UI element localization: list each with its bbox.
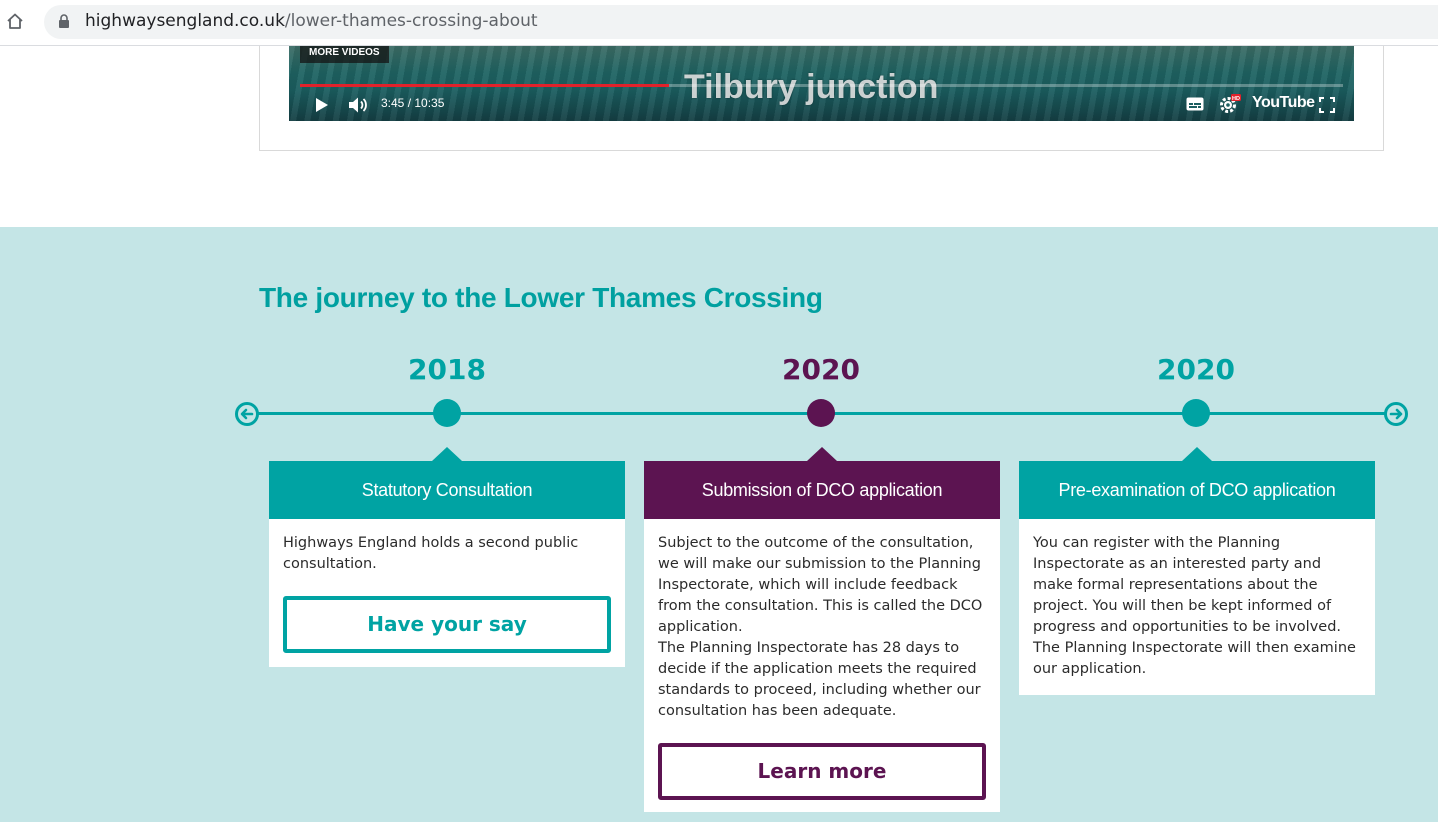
play-icon[interactable] <box>315 97 329 113</box>
timeline-dot-1[interactable] <box>433 399 461 427</box>
timeline-year-1: 2018 <box>408 353 486 386</box>
video-caption: Tilbury junction <box>684 68 939 106</box>
timeline-section: The journey to the Lower Thames Crossing… <box>0 227 1438 822</box>
video-progress-fill <box>300 84 670 87</box>
hd-badge: HD <box>1232 96 1240 102</box>
lock-icon[interactable] <box>58 14 70 29</box>
settings-icon[interactable]: HD <box>1219 94 1241 114</box>
home-icon[interactable] <box>6 12 24 30</box>
url-domain: highwaysengland.co.uk <box>85 11 285 31</box>
browser-address-bar: highwaysengland.co.uk/lower-thames-cross… <box>0 0 1438 46</box>
url-path: /lower-thames-crossing-about <box>284 11 538 31</box>
card-heading-3: Pre-examination of DCO application <box>1019 447 1375 519</box>
subtitles-icon[interactable] <box>1186 97 1204 111</box>
card-body-1: Highways England holds a second public c… <box>269 519 625 667</box>
volume-icon[interactable] <box>348 96 368 114</box>
timeline-year-3: 2020 <box>1157 353 1235 386</box>
card-text-3: You can register with the Planning Inspe… <box>1033 535 1356 677</box>
timeline-card-3: Pre-examination of DCO application You c… <box>1019 447 1375 695</box>
have-your-say-button[interactable]: Have your say <box>283 596 611 653</box>
section-title: The journey to the Lower Thames Crossing <box>259 282 823 313</box>
learn-more-button[interactable]: Learn more <box>658 743 986 800</box>
card-body-2: Subject to the outcome of the consultati… <box>644 519 1000 814</box>
timeline-dot-3[interactable] <box>1182 399 1210 427</box>
timeline-prev-arrow-icon[interactable] <box>234 401 260 427</box>
card-heading-2: Submission of DCO application <box>644 447 1000 519</box>
card-text-2a: Subject to the outcome of the consultati… <box>658 535 983 635</box>
card-body-3: You can register with the Planning Inspe… <box>1019 519 1375 695</box>
timeline-next-arrow-icon[interactable] <box>1383 401 1409 427</box>
youtube-logo[interactable]: YouTube <box>1252 94 1315 112</box>
timeline-year-2: 2020 <box>782 353 860 386</box>
card-text-2b: The Planning Inspectorate has 28 days to… <box>658 640 981 719</box>
timeline-card-1: Statutory Consultation Highways England … <box>269 447 625 667</box>
fullscreen-icon[interactable] <box>1319 97 1335 113</box>
card-text-1: Highways England holds a second public c… <box>283 535 579 572</box>
video-player[interactable]: MORE VIDEOS Tilbury junction 3:45 / 10:3… <box>289 46 1354 121</box>
url-text[interactable]: highwaysengland.co.uk/lower-thames-cross… <box>85 11 538 31</box>
video-progress-bar[interactable] <box>300 84 1343 87</box>
timeline-dot-2[interactable] <box>807 399 835 427</box>
card-heading-1: Statutory Consultation <box>269 447 625 519</box>
video-time: 3:45 / 10:35 <box>381 96 445 110</box>
more-videos-button[interactable]: MORE VIDEOS <box>300 46 389 63</box>
timeline-card-2: Submission of DCO application Subject to… <box>644 447 1000 814</box>
